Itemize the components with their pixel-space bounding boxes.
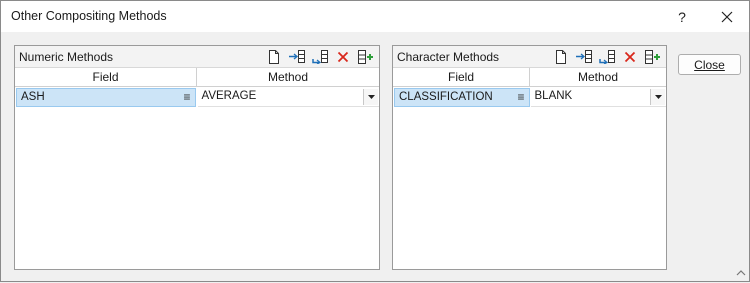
- numeric-field-cell[interactable]: ASH ≡: [16, 88, 196, 107]
- character-panel-title: Character Methods: [397, 50, 500, 64]
- character-methods-panel: Character Methods Field Method CLASSIFIC…: [392, 45, 667, 270]
- numeric-field-header[interactable]: Field: [15, 68, 197, 87]
- character-toolbar: [552, 48, 662, 66]
- field-list-icon[interactable]: ≡: [183, 89, 190, 106]
- table-row: CLASSIFICATION ≡ BLANK: [393, 88, 666, 107]
- close-button[interactable]: Close: [678, 54, 741, 75]
- resize-grip[interactable]: [734, 266, 748, 280]
- numeric-add-column-button[interactable]: [357, 48, 375, 66]
- dropdown-arrow-button[interactable]: [363, 89, 378, 105]
- character-append-row-button[interactable]: [598, 48, 616, 66]
- new-icon: [269, 50, 279, 64]
- numeric-method-select[interactable]: AVERAGE: [197, 88, 379, 107]
- numeric-toolbar: [265, 48, 375, 66]
- delete-icon: [337, 51, 349, 63]
- numeric-append-row-button[interactable]: [311, 48, 329, 66]
- numeric-column-headers: Field Method: [15, 68, 379, 87]
- numeric-method-header[interactable]: Method: [197, 68, 379, 87]
- insert-row-icon: [289, 50, 305, 63]
- close-button-label: Close: [694, 57, 725, 72]
- append-row-icon: [312, 50, 328, 64]
- character-delete-button[interactable]: [621, 48, 639, 66]
- character-column-headers: Field Method: [393, 68, 666, 87]
- title-bar: Other Compositing Methods ?: [1, 1, 749, 32]
- numeric-panel-title: Numeric Methods: [19, 50, 114, 64]
- character-field-header[interactable]: Field: [393, 68, 530, 87]
- character-method-value: BLANK: [534, 90, 573, 102]
- chevron-down-icon: [654, 95, 662, 99]
- delete-icon: [624, 51, 636, 63]
- numeric-field-value: ASH: [21, 91, 45, 103]
- numeric-new-button[interactable]: [265, 48, 283, 66]
- help-button[interactable]: ?: [667, 5, 697, 29]
- dialog-window: Other Compositing Methods ? Numeric Meth…: [0, 0, 750, 282]
- dropdown-arrow-button[interactable]: [650, 89, 665, 105]
- window-close-button[interactable]: [711, 5, 743, 29]
- table-row: ASH ≡ AVERAGE: [15, 88, 379, 107]
- character-new-button[interactable]: [552, 48, 570, 66]
- new-icon: [556, 50, 566, 64]
- character-add-column-button[interactable]: [644, 48, 662, 66]
- field-list-icon[interactable]: ≡: [517, 89, 524, 106]
- add-column-icon: [358, 50, 373, 64]
- numeric-methods-panel: Numeric Methods Field Method ASH ≡ AVERA…: [14, 45, 380, 270]
- numeric-delete-button[interactable]: [334, 48, 352, 66]
- append-row-icon: [599, 50, 615, 64]
- chevron-down-icon: [367, 95, 375, 99]
- insert-row-icon: [576, 50, 592, 63]
- numeric-method-value: AVERAGE: [201, 90, 257, 102]
- numeric-panel-header: Numeric Methods: [15, 46, 379, 68]
- numeric-insert-row-button[interactable]: [288, 48, 306, 66]
- character-panel-header: Character Methods: [393, 46, 666, 68]
- add-column-icon: [645, 50, 660, 64]
- character-field-cell[interactable]: CLASSIFICATION ≡: [394, 88, 530, 107]
- chevron-up-icon: [736, 270, 746, 276]
- character-method-header[interactable]: Method: [530, 68, 666, 87]
- close-icon: [721, 11, 733, 23]
- character-method-select[interactable]: BLANK: [530, 88, 666, 107]
- character-field-value: CLASSIFICATION: [399, 91, 493, 103]
- character-insert-row-button[interactable]: [575, 48, 593, 66]
- window-title: Other Compositing Methods: [11, 9, 167, 23]
